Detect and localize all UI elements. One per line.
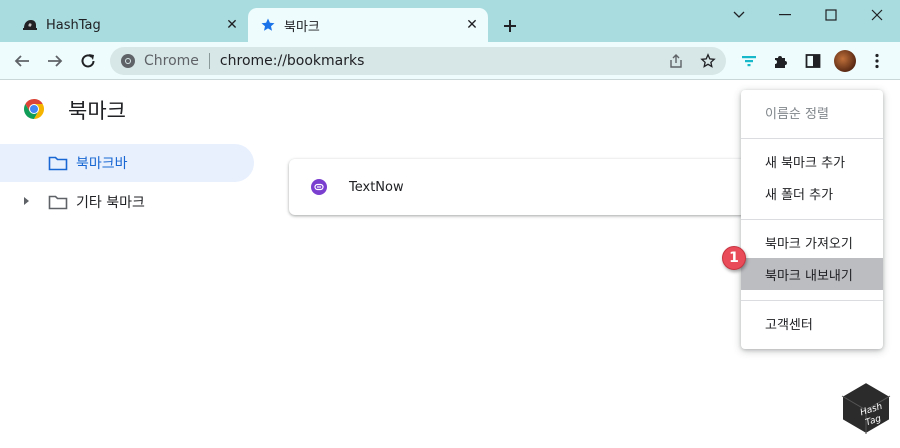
maximize-icon[interactable] <box>808 0 854 30</box>
bookmark-item-textnow[interactable]: TextNow <box>289 159 759 215</box>
address-bar[interactable]: Chrome chrome://bookmarks <box>110 47 726 75</box>
menu-item-add-folder[interactable]: 새 폴더 추가 <box>741 177 883 209</box>
minimize-icon[interactable] <box>762 0 808 30</box>
chrome-site-icon <box>120 53 136 69</box>
filter-icon[interactable] <box>738 50 760 72</box>
menu-item-export-bookmarks[interactable]: 북마크 내보내기 <box>741 258 883 290</box>
sidebar-item-label: 북마크바 <box>76 156 128 172</box>
expand-arrow-icon[interactable] <box>22 196 30 208</box>
extensions-puzzle-icon[interactable] <box>770 50 792 72</box>
tab-close-icon[interactable]: ✕ <box>462 15 482 35</box>
tab-title: 북마크 <box>284 19 320 35</box>
kebab-menu-icon[interactable] <box>866 50 888 72</box>
menu-item-add-bookmark[interactable]: 새 북마크 추가 <box>741 145 883 177</box>
menu-item-sort-by-name[interactable]: 이름순 정렬 <box>741 96 883 128</box>
textnow-favicon-icon <box>311 179 327 195</box>
close-icon[interactable] <box>854 0 900 30</box>
tab-close-icon[interactable]: ✕ <box>222 15 242 35</box>
sidebar-item-bookmarks-bar[interactable]: 북마크바 <box>0 144 254 182</box>
back-arrow-icon[interactable] <box>10 49 34 73</box>
chevron-down-icon[interactable] <box>716 0 762 30</box>
menu-item-help-center[interactable]: 고객센터 <box>741 307 883 339</box>
menu-divider <box>741 138 883 139</box>
tab-strip: # HashTag ✕ 북마크 ✕ <box>0 0 900 42</box>
folder-icon <box>48 155 68 171</box>
menu-item-import-bookmarks[interactable]: 북마크 가져오기 <box>741 226 883 258</box>
plus-icon[interactable] <box>498 14 522 38</box>
browser-toolbar: Chrome chrome://bookmarks <box>0 42 900 80</box>
profile-avatar[interactable] <box>834 50 856 72</box>
share-icon[interactable] <box>666 51 686 71</box>
hashtag-watermark-logo: Hash Tag <box>838 376 894 438</box>
organize-menu: 이름순 정렬 새 북마크 추가 새 폴더 추가 북마크 가져오기 북마크 내보내… <box>741 90 883 349</box>
folder-icon <box>48 194 68 210</box>
svg-text:#: # <box>28 23 32 29</box>
omnibox-separator <box>208 53 210 69</box>
step-badge: 1 <box>722 246 746 270</box>
bookmark-star-icon[interactable] <box>698 51 718 71</box>
chrome-logo-icon <box>22 97 46 121</box>
menu-divider <box>741 300 883 301</box>
reload-icon[interactable] <box>76 49 100 73</box>
tab-hashtag[interactable]: # HashTag ✕ <box>12 8 248 42</box>
sidebar-item-other-bookmarks[interactable]: 기타 북마크 <box>0 183 254 221</box>
side-panel-icon[interactable] <box>802 50 824 72</box>
hashtag-logo-icon: # <box>22 17 38 33</box>
forward-arrow-icon[interactable] <box>43 49 67 73</box>
site-chip-label: Chrome <box>144 53 199 69</box>
bookmark-label: TextNow <box>349 179 404 195</box>
star-icon <box>260 17 276 33</box>
menu-divider <box>741 219 883 220</box>
page-title: 북마크 <box>68 99 126 123</box>
tab-bookmarks[interactable]: 북마크 ✕ <box>248 8 488 42</box>
tab-title: HashTag <box>46 17 101 33</box>
sidebar-item-label: 기타 북마크 <box>76 195 145 211</box>
url-text: chrome://bookmarks <box>219 53 365 69</box>
